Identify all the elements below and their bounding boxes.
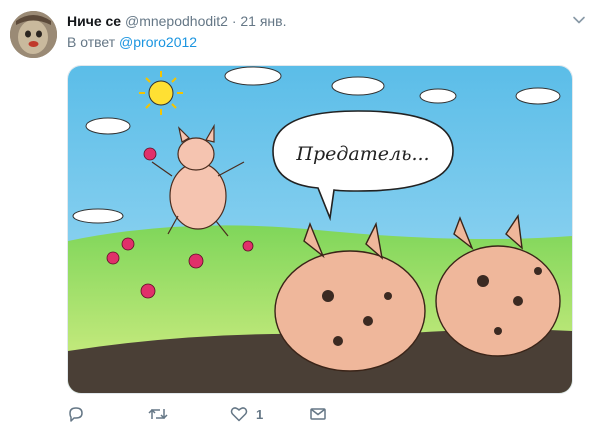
message-icon [310, 408, 326, 420]
direct-message-button[interactable] [309, 402, 327, 426]
reply-context: В ответ @proro2012 [67, 33, 197, 51]
avatar[interactable] [10, 11, 57, 58]
retweet-button[interactable] [148, 402, 168, 426]
reply-prefix: В ответ [67, 34, 116, 50]
avatar-image [10, 11, 57, 58]
author-name[interactable]: Ниче се [67, 13, 121, 29]
retweet-icon [148, 408, 168, 420]
reply-icon [69, 407, 83, 422]
speech-text: Предатель... [295, 143, 429, 165]
reply-button[interactable] [67, 402, 85, 426]
action-bar: 1 [67, 402, 367, 426]
timestamp[interactable]: 21 янв. [240, 13, 286, 29]
author-handle[interactable]: @mnepodhodit2 [125, 13, 228, 29]
reply-to-handle[interactable]: @proro2012 [119, 34, 197, 50]
like-count: 1 [256, 406, 264, 422]
separator-dot: · [231, 13, 237, 29]
tweet-header: Ниче се @mnepodhodit2 · 21 янв. [67, 12, 287, 30]
heart-icon [230, 407, 248, 422]
chevron-down-icon[interactable] [569, 10, 589, 30]
tweet-media-image[interactable]: Предатель... [67, 65, 573, 394]
like-button[interactable]: 1 [230, 402, 263, 426]
